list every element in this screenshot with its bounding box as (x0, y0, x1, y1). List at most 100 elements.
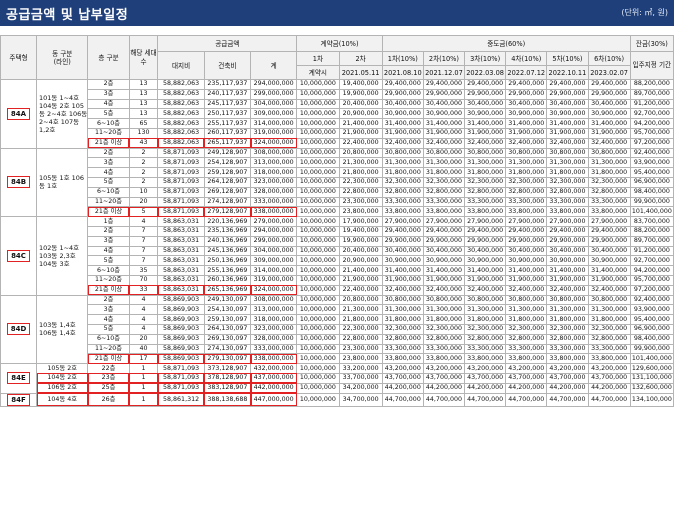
cell-land: 58,871,093 (157, 176, 205, 188)
cell-m6: 31,300,000 (587, 157, 631, 169)
cell-total: 314,000,000 (250, 118, 298, 129)
cell-bal: 93,900,000 (629, 157, 674, 169)
cell-m6: 31,800,000 (587, 167, 631, 178)
cell-building: 378,128,907 (203, 372, 252, 384)
cell-m4: 43,700,000 (505, 372, 548, 384)
cell-m2: 30,800,000 (422, 147, 466, 159)
cell-units: 1 (128, 392, 159, 407)
cell-type: 84B (0, 147, 38, 218)
cell-bal: 129,600,000 (629, 363, 674, 374)
cell-m1: 29,900,000 (381, 235, 424, 247)
header-land: 대지비 (157, 51, 205, 80)
cell-m2: 31,900,000 (422, 274, 466, 286)
cell-m4: 32,300,000 (505, 176, 548, 188)
header-m2: 2차(10%) (422, 51, 466, 66)
cell-land: 58,882,063 (157, 127, 205, 139)
cell-floor: 22층 (87, 363, 130, 374)
cell-c1: 10,000,000 (296, 323, 340, 335)
cell-c1: 10,000,000 (296, 225, 340, 237)
cell-floor: 4층 (87, 314, 130, 325)
cell-c2: 21,300,000 (338, 304, 383, 316)
cell-c1: 10,000,000 (296, 206, 340, 218)
cell-bal: 97,200,000 (629, 284, 674, 296)
cell-m4: 29,900,000 (505, 235, 548, 247)
cell-m2: 32,800,000 (422, 186, 466, 198)
cell-building: 388,138,688 (203, 392, 252, 407)
cell-units: 7 (128, 235, 159, 247)
cell-bal: 88,200,000 (629, 225, 674, 237)
cell-units: 70 (128, 274, 159, 286)
cell-m5: 30,800,000 (546, 294, 589, 306)
cell-m3: 30,800,000 (464, 294, 507, 306)
cell-building: 264,128,907 (203, 176, 252, 188)
cell-m1: 29,900,000 (381, 88, 424, 100)
cell-m2: 32,400,000 (422, 284, 466, 296)
cell-bal: 95,700,000 (629, 127, 674, 139)
cell-units: 4 (128, 216, 159, 227)
cell-m3: 30,900,000 (464, 108, 507, 120)
cell-floor: 2층 (87, 147, 130, 159)
cell-units: 4 (128, 294, 159, 306)
cell-c2: 20,900,000 (338, 255, 383, 267)
cell-m4: 31,800,000 (505, 314, 548, 325)
cell-m3: 44,200,000 (464, 382, 507, 394)
type-label: 84D (6, 323, 31, 336)
cell-c1: 10,000,000 (296, 294, 340, 306)
cell-building: 274,130,097 (203, 343, 252, 355)
cell-c2: 22,400,000 (338, 284, 383, 296)
cell-m6: 29,400,000 (587, 225, 631, 237)
cell-bal: 134,100,000 (629, 392, 674, 407)
cell-land: 58,882,063 (157, 98, 205, 110)
header-contract: 계약금(10%) (296, 35, 383, 52)
cell-m1: 30,900,000 (381, 255, 424, 267)
cell-m5: 33,800,000 (546, 353, 589, 365)
cell-dongs: 101동 1~4호 104동 2호 105동 2~4호 106동 2~4호 10… (36, 79, 89, 149)
cell-m5: 32,800,000 (546, 186, 589, 198)
table-row: 2층 7 58,863,031 235,136,969 294,000,000 10,00… (1, 225, 674, 237)
cell-m1: 31,800,000 (381, 167, 424, 178)
table-row: 84D 103동 1,4호 106동 1,4호 2층 4 58,869,903 249,1… (0, 294, 674, 365)
cell-m2: 33,800,000 (422, 206, 466, 218)
cell-land: 58,869,903 (157, 343, 205, 355)
cell-m3: 33,300,000 (464, 196, 507, 208)
cell-land: 58,871,093 (157, 167, 205, 178)
table-row: 104동 2호 23층 1 58,871,093 378,128,907 437,000,… (1, 372, 674, 384)
type-label: 84E (7, 372, 30, 385)
cell-c1: 10,000,000 (296, 235, 340, 247)
cell-m3: 31,800,000 (464, 314, 507, 325)
cell-total: 299,000,000 (250, 235, 298, 247)
cell-floor: 6~10층 (87, 186, 130, 198)
cell-m3: 32,800,000 (464, 186, 507, 198)
cell-m2: 27,900,000 (422, 216, 466, 227)
cell-building: 254,130,097 (203, 304, 252, 316)
cell-c2: 21,800,000 (338, 314, 383, 325)
type-label: 84B (6, 176, 31, 189)
cell-total: 447,000,000 (250, 392, 298, 407)
cell-m6: 30,900,000 (587, 255, 631, 267)
cell-total: 333,000,000 (250, 196, 298, 208)
cell-m4: 32,400,000 (505, 284, 548, 296)
table-row: 3층 2 58,871,093 254,128,907 313,000,000 10,00… (1, 157, 674, 169)
cell-c2: 34,200,000 (338, 382, 383, 394)
cell-m1: 43,200,000 (381, 363, 424, 374)
cell-m5: 30,400,000 (546, 98, 589, 110)
cell-m6: 44,200,000 (587, 382, 631, 394)
table-row: 3층 4 58,869,903 254,130,097 313,000,000 10,00… (1, 304, 674, 316)
cell-total: 442,000,000 (250, 382, 298, 394)
cell-m4: 31,400,000 (505, 265, 548, 276)
cell-m4: 30,900,000 (505, 255, 548, 267)
cell-m1: 30,900,000 (381, 108, 424, 120)
cell-m6: 30,400,000 (587, 245, 631, 257)
cell-c1: 10,000,000 (296, 353, 340, 365)
cell-c2: 23,300,000 (338, 196, 383, 208)
cell-m2: 31,400,000 (422, 118, 466, 129)
cell-total: 294,000,000 (250, 225, 298, 237)
cell-bal: 92,400,000 (629, 147, 674, 159)
cell-m4: 31,400,000 (505, 118, 548, 129)
cell-floor: 26층 (87, 392, 130, 407)
cell-m4: 30,800,000 (505, 147, 548, 159)
table-row: 5층 7 58,863,031 250,136,969 309,000,000 10,00… (1, 255, 674, 267)
cell-m6: 29,400,000 (587, 79, 631, 90)
header-dong: 동 구분 (라인) (36, 35, 89, 80)
cell-units: 7 (128, 255, 159, 267)
